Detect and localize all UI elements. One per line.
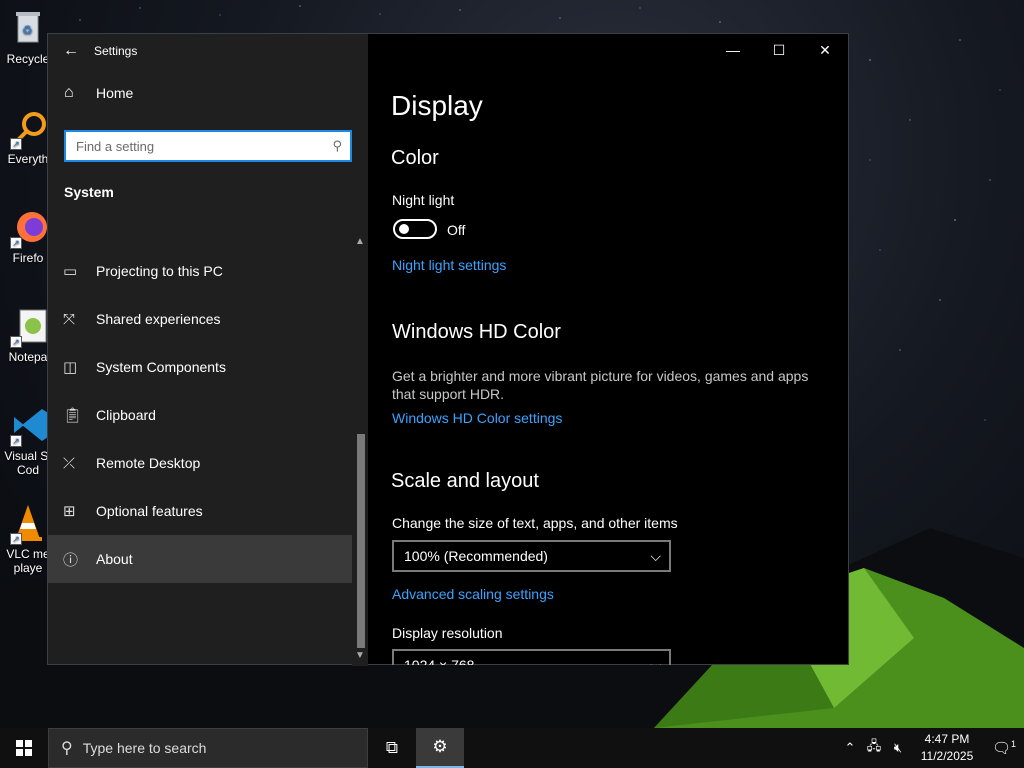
scale-label: Change the size of text, apps, and other… — [392, 515, 678, 531]
home-icon: ⌂ — [64, 84, 74, 101]
system-components-icon: ◫ — [63, 359, 78, 376]
clock-time: 4:47 PM — [924, 732, 970, 746]
shared-experiences-icon: ⤧ — [63, 310, 76, 328]
night-light-settings-link[interactable]: Night light settings — [392, 257, 506, 273]
shortcut-arrow-icon: ↗ — [10, 336, 22, 348]
scale-dropdown[interactable]: 100% (Recommended) ⌵ — [392, 540, 671, 572]
shortcut-arrow-icon: ↗ — [10, 435, 22, 447]
night-light-state: Off — [447, 222, 466, 238]
network-icon[interactable]: 🖧︎ — [862, 737, 886, 759]
resolution-value: 1024 × 768 — [404, 657, 475, 665]
sidebar-item-about[interactable]: ⓘ About — [48, 535, 352, 583]
window-controls: — ☐ ✕ — [710, 34, 848, 66]
scrollbar-thumb[interactable] — [357, 434, 365, 648]
color-heading: Color — [391, 147, 439, 169]
close-icon[interactable]: ✕ — [802, 34, 848, 66]
sidebar-item-label: Clipboard — [96, 407, 156, 423]
hdr-heading: Windows HD Color — [392, 321, 561, 343]
sidebar-item-label: Shared experiences — [96, 311, 221, 327]
search-icon: ⚲ — [332, 138, 342, 153]
gear-icon: ⚙ — [432, 737, 448, 756]
sidebar-item-optional-features[interactable]: ⊞ Optional features — [48, 487, 352, 535]
find-setting-input[interactable]: Find a setting ⚲ — [64, 130, 352, 162]
chevron-down-icon: ⌵ — [650, 657, 661, 665]
taskbar-search-box[interactable]: ⚲ Type here to search — [48, 728, 368, 768]
clock-date: 11/2/2025 — [920, 749, 974, 763]
optional-features-icon: ⊞ — [63, 503, 76, 520]
scale-value: 100% (Recommended) — [404, 548, 548, 564]
notification-icon: 🗨︎ — [991, 740, 1012, 757]
sidebar-home[interactable]: ⌂ Home — [48, 72, 368, 114]
vscode-icon: ↗ — [8, 405, 48, 447]
svg-text:♻: ♻ — [22, 23, 33, 37]
settings-window: ← Settings ⌂ Home Find a setting ⚲ Syste… — [47, 33, 849, 666]
sidebar-scrollbar[interactable]: ▲ ▼ — [352, 234, 368, 666]
sidebar-item-shared-experiences[interactable]: ⤧ Shared experiences — [48, 295, 352, 343]
remote-desktop-icon: ⤫ — [63, 454, 76, 472]
sidebar-item-system-components[interactable]: ◫ System Components — [48, 343, 352, 391]
sidebar-item-clipboard[interactable]: 📋︎ Clipboard — [48, 391, 352, 439]
toggle-knob — [399, 224, 409, 234]
projector-icon: ▭ — [63, 263, 78, 280]
find-setting-placeholder: Find a setting — [76, 138, 155, 154]
sidebar-item-label: About — [96, 551, 133, 567]
hdr-settings-link[interactable]: Windows HD Color settings — [392, 410, 562, 426]
window-title: Settings — [94, 44, 138, 58]
resolution-label: Display resolution — [392, 625, 503, 641]
section-heading-system: System — [64, 184, 114, 200]
sidebar-item-remote-desktop[interactable]: ⤫ Remote Desktop — [48, 439, 352, 487]
recycle-bin-icon: ♻ — [8, 8, 48, 48]
system-tray: ⌃ 🖧︎ 🔇︎ 4:47 PM 11/2/2025 🗨︎1 — [838, 728, 1024, 768]
sidebar-item-projecting[interactable]: ▭ Projecting to this PC — [48, 247, 352, 295]
page-title: Display — [391, 90, 483, 121]
clipboard-icon: 📋︎ — [63, 407, 83, 424]
home-label: Home — [96, 85, 134, 101]
sidebar-item-label: Optional features — [96, 503, 203, 519]
back-arrow-icon[interactable]: ← — [48, 42, 94, 60]
info-icon: ⓘ — [63, 551, 79, 569]
vlc-icon: ↗ — [8, 503, 48, 545]
sidebar-item-label: Remote Desktop — [96, 455, 201, 471]
hdr-description: Get a brighter and more vibrant picture … — [392, 368, 809, 402]
advanced-scaling-link[interactable]: Advanced scaling settings — [392, 586, 554, 602]
notification-count: 1 — [1011, 739, 1017, 749]
window-titlebar: ← Settings — [48, 34, 368, 68]
shortcut-arrow-icon: ↗ — [10, 138, 22, 150]
windows-logo-icon — [16, 740, 32, 756]
sidebar-item-label: System Components — [96, 359, 226, 375]
taskbar-settings-app[interactable]: ⚙ — [416, 728, 464, 768]
task-view-button[interactable]: ⧉ — [368, 728, 416, 768]
scale-layout-heading: Scale and layout — [391, 470, 539, 492]
night-light-toggle[interactable] — [393, 219, 437, 239]
volume-muted-icon[interactable]: 🔇︎ — [886, 740, 910, 756]
minimize-icon[interactable]: — — [710, 34, 756, 66]
sidebar-nav-list: ▭ Projecting to this PC ⤧ Shared experie… — [48, 247, 352, 583]
notification-center-button[interactable]: 🗨︎1 — [984, 739, 1024, 757]
maximize-icon[interactable]: ☐ — [756, 34, 802, 66]
shortcut-arrow-icon: ↗ — [10, 237, 22, 249]
shortcut-arrow-icon: ↗ — [10, 533, 22, 545]
sidebar-item-label: Projecting to this PC — [96, 263, 223, 279]
start-button[interactable] — [0, 728, 48, 768]
scroll-down-icon[interactable]: ▼ — [352, 650, 368, 664]
taskbar: ⚲ Type here to search ⧉ ⚙ ⌃ 🖧︎ 🔇︎ 4:47 P… — [0, 728, 1024, 768]
search-icon: ⚲ — [61, 740, 73, 757]
everything-search-icon: ↗ — [8, 108, 48, 150]
scroll-up-icon[interactable]: ▲ — [352, 236, 368, 250]
taskbar-search-placeholder: Type here to search — [82, 740, 207, 756]
task-view-icon: ⧉ — [385, 738, 399, 757]
chevron-down-icon: ⌵ — [650, 547, 661, 564]
notepad-plus-plus-icon: ↗ — [8, 306, 48, 348]
settings-sidebar: ← Settings ⌂ Home Find a setting ⚲ Syste… — [48, 34, 368, 666]
night-light-label: Night light — [392, 192, 455, 208]
display-settings-pane: — ☐ ✕ Display Color Night light Off Nigh… — [368, 34, 848, 665]
resolution-dropdown[interactable]: 1024 × 768 ⌵ — [392, 649, 671, 665]
taskbar-clock[interactable]: 4:47 PM 11/2/2025 — [910, 731, 984, 765]
chevron-up-icon[interactable]: ⌃ — [838, 740, 862, 756]
firefox-icon: ↗ — [8, 207, 48, 249]
